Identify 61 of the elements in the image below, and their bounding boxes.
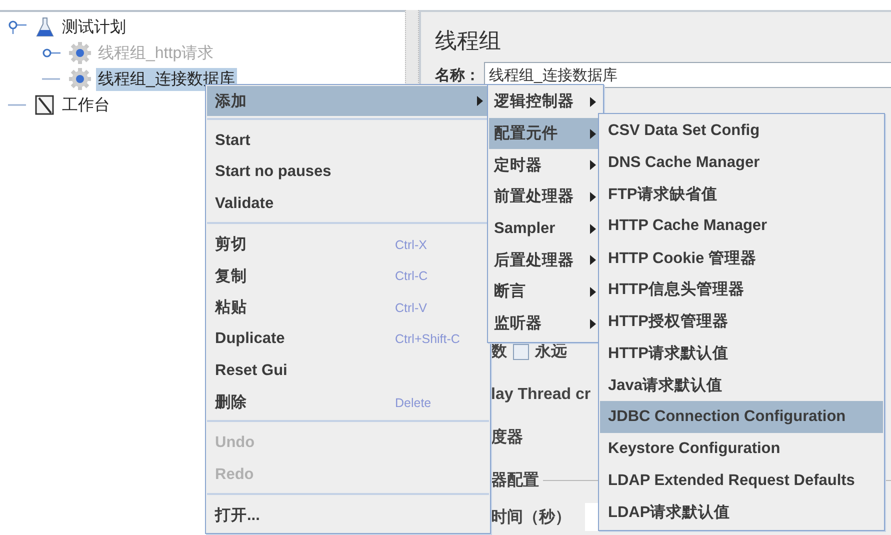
field-label: lay Thread cr	[491, 386, 591, 404]
group-title: 器配置	[491, 470, 539, 491]
menu-item[interactable]: 后置处理器	[489, 244, 602, 276]
menu-item[interactable]: 删除 Delete	[207, 386, 489, 418]
tree-line	[8, 104, 26, 106]
checkbox[interactable]	[513, 344, 529, 360]
submenu-arrow-icon	[590, 160, 596, 170]
menu-item[interactable]: Java请求默认值	[600, 369, 883, 402]
menu-item[interactable]: 断言	[489, 276, 602, 308]
submenu-arrow-icon	[590, 192, 596, 202]
shortcut-label: Delete	[395, 396, 432, 410]
submenu-arrow-icon	[590, 255, 596, 266]
name-field[interactable]: 线程组_连接数据库	[484, 62, 891, 88]
panel-title: 线程组	[435, 27, 502, 55]
menu-item[interactable]: 定时器	[489, 149, 602, 182]
menu-item[interactable]: HTTP请求默认值	[600, 338, 883, 370]
menu-item[interactable]: HTTP授权管理器	[600, 306, 883, 338]
shortcut-label: Ctrl-V	[395, 300, 428, 315]
submenu-arrow-icon	[590, 318, 596, 329]
shortcut-label: Ctrl-X	[395, 238, 428, 252]
menu-item[interactable]: LDAP Extended Request Defaults	[600, 464, 883, 497]
flask-icon	[34, 16, 56, 38]
shortcut-label: Ctrl+Shift-C	[395, 332, 461, 346]
shortcut-label: Ctrl-C	[395, 269, 429, 284]
menu-item[interactable]: 监听器	[489, 308, 602, 340]
menu-item[interactable]: HTTP信息头管理器	[600, 274, 883, 306]
menu-item[interactable]: Sampler	[489, 212, 602, 244]
submenu-arrow-icon	[590, 286, 596, 297]
menu-item[interactable]: Reset Gui	[207, 355, 489, 387]
field-label: 度器	[491, 427, 523, 448]
gear-icon	[68, 67, 92, 91]
menu-item[interactable]: 打开...	[207, 500, 489, 532]
field-label: 时间（秒）	[491, 508, 571, 528]
menu-item[interactable]: 粘贴 Ctrl-V	[207, 292, 489, 324]
tree-line	[42, 78, 60, 80]
menu-item[interactable]: JDBC Connection Configuration	[600, 401, 883, 433]
menu-item[interactable]: Start no pauses	[207, 156, 489, 188]
menu-item[interactable]: HTTP Cache Manager	[600, 210, 883, 242]
menu-item[interactable]: DNS Cache Manager	[600, 146, 883, 179]
gear-icon	[68, 41, 92, 65]
menu-item[interactable]: Start	[207, 125, 489, 157]
menu-item[interactable]: 复制 Ctrl-C	[207, 260, 489, 292]
menu-item[interactable]: HTTP Cookie 管理器	[600, 242, 883, 274]
menu-item[interactable]: 剪切 Ctrl-X	[207, 228, 489, 260]
menu-item[interactable]: 前置处理器	[489, 181, 602, 213]
tree-item[interactable]: 测试计划	[60, 16, 128, 38]
menu-item[interactable]: Keystore Configuration	[600, 432, 883, 465]
tree-item[interactable]: 工作台	[60, 94, 112, 116]
menu-item[interactable]: Validate	[207, 188, 489, 220]
menu-item[interactable]: FTP请求缺省值	[600, 178, 883, 210]
submenu-arrow-icon	[590, 224, 596, 234]
menu-item[interactable]: 添加	[207, 86, 489, 116]
submenu-arrow-icon	[590, 128, 596, 139]
menu-item[interactable]: 逻辑控制器	[489, 86, 602, 118]
menu-item[interactable]: LDAP请求默认值	[600, 496, 883, 528]
menu-item[interactable]: CSV Data Set Config	[600, 115, 883, 147]
notepad-icon	[34, 94, 56, 116]
name-label: 名称：	[435, 66, 480, 84]
submenu-arrow-icon	[590, 96, 596, 107]
submenu-arrow-icon	[477, 96, 483, 106]
menu-item[interactable]: Duplicate Ctrl+Shift-C	[207, 324, 489, 356]
